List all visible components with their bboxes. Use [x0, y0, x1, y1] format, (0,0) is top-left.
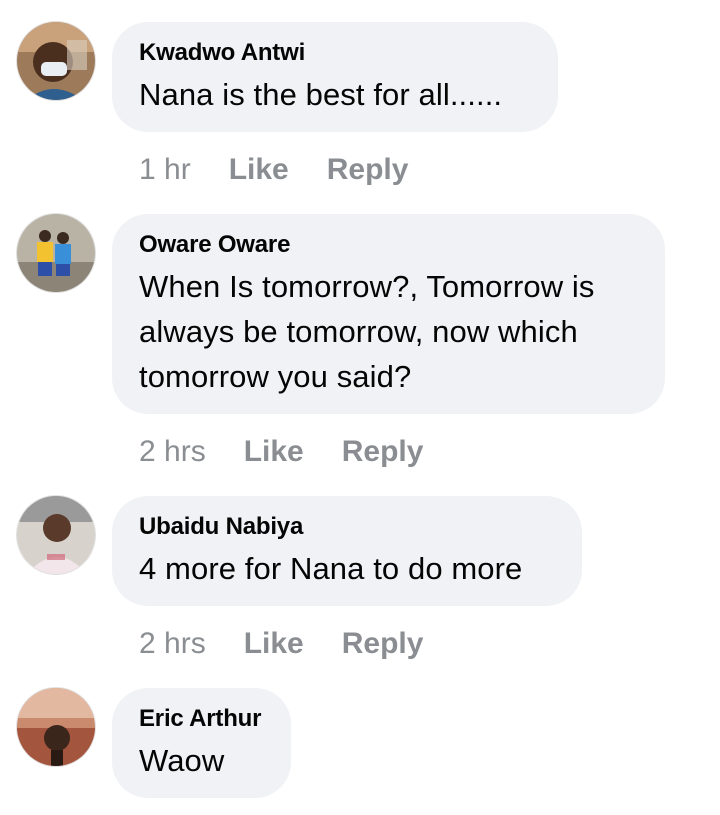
comment-author[interactable]: Ubaidu Nabiya — [139, 512, 555, 542]
user-photo-icon — [17, 496, 95, 574]
avatar[interactable] — [17, 214, 95, 292]
comment-timestamp[interactable]: 1 hr — [139, 152, 191, 188]
user-photo-icon — [17, 214, 95, 292]
comment-text: Waow — [139, 743, 225, 778]
comment-timestamp[interactable]: 2 hrs — [139, 434, 206, 470]
comment-text: 4 more for Nana to do more — [139, 551, 523, 586]
like-button[interactable]: Like — [229, 152, 289, 188]
reply-button[interactable]: Reply — [327, 152, 409, 188]
comment-actions: 2 hrs Like Reply — [139, 434, 461, 470]
like-button[interactable]: Like — [244, 434, 304, 470]
comment-bubble: Ubaidu Nabiya 4 more for Nana to do more — [112, 496, 582, 606]
reply-button[interactable]: Reply — [342, 434, 424, 470]
avatar[interactable] — [17, 22, 95, 100]
comment-author[interactable]: Oware Oware — [139, 230, 638, 260]
comment-text: Nana is the best for all...... — [139, 77, 503, 112]
comment-text: When Is tomorrow?, Tomorrow is always be… — [139, 269, 595, 394]
avatar[interactable] — [17, 496, 95, 574]
like-button[interactable]: Like — [244, 626, 304, 662]
comment-bubble: Oware Oware When Is tomorrow?, Tomorrow … — [112, 214, 665, 414]
comment-timestamp[interactable]: 2 hrs — [139, 626, 206, 662]
user-photo-icon — [17, 688, 95, 766]
comment-author[interactable]: Kwadwo Antwi — [139, 38, 531, 68]
comment-actions: 1 hr Like Reply — [139, 152, 446, 188]
comment-bubble: Eric Arthur Waow — [112, 688, 291, 798]
avatar[interactable] — [17, 688, 95, 766]
comment-author[interactable]: Eric Arthur — [139, 704, 264, 734]
comment-bubble: Kwadwo Antwi Nana is the best for all...… — [112, 22, 558, 132]
user-photo-icon — [17, 22, 95, 100]
comment-actions: 2 hrs Like Reply — [139, 626, 461, 662]
reply-button[interactable]: Reply — [342, 626, 424, 662]
